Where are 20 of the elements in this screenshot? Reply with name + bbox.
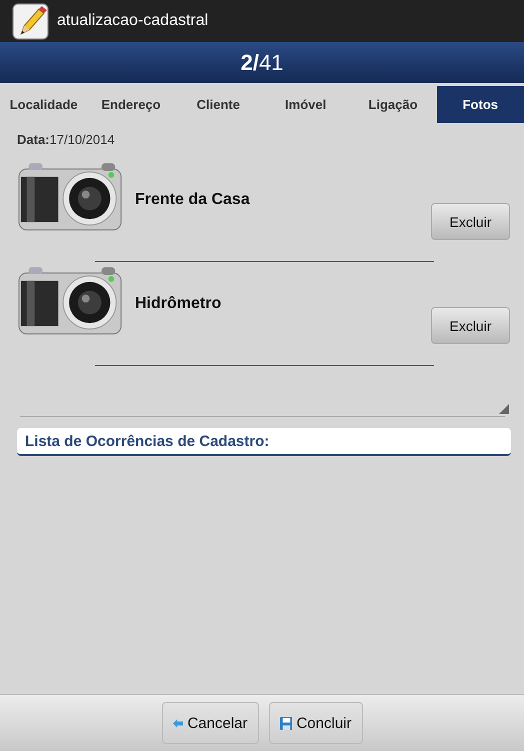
tab[interactable]: Cliente [174,86,262,123]
pencil-icon [12,2,49,40]
tab[interactable]: Fotos [436,86,524,123]
record-counter: 2/41 [240,50,284,76]
cancel-button[interactable]: Cancelar [162,702,258,744]
date-label: Data:17/10/2014 [17,132,116,147]
photo-label: Hidrômetro [135,294,222,314]
tab[interactable]: Localidade [0,86,88,123]
save-button[interactable]: Concluir [268,702,362,744]
delete-button[interactable]: Excluir [431,307,510,344]
tab[interactable]: Imóvel [262,86,350,123]
occurrences-field[interactable]: Lista de Ocorrências de Cadastro: [17,428,511,456]
delete-button[interactable]: Excluir [431,203,510,240]
photo-label: Frente da Casa [135,190,251,210]
resize-grip-icon[interactable] [499,404,509,414]
tab[interactable]: Ligação [349,86,437,123]
window-title: atualizacao-cadastral [57,12,208,30]
arrow-left-icon [172,716,184,730]
tab[interactable]: Endereço [87,86,175,123]
occurrences-label: Lista de Ocorrências de Cadastro: [25,432,270,450]
